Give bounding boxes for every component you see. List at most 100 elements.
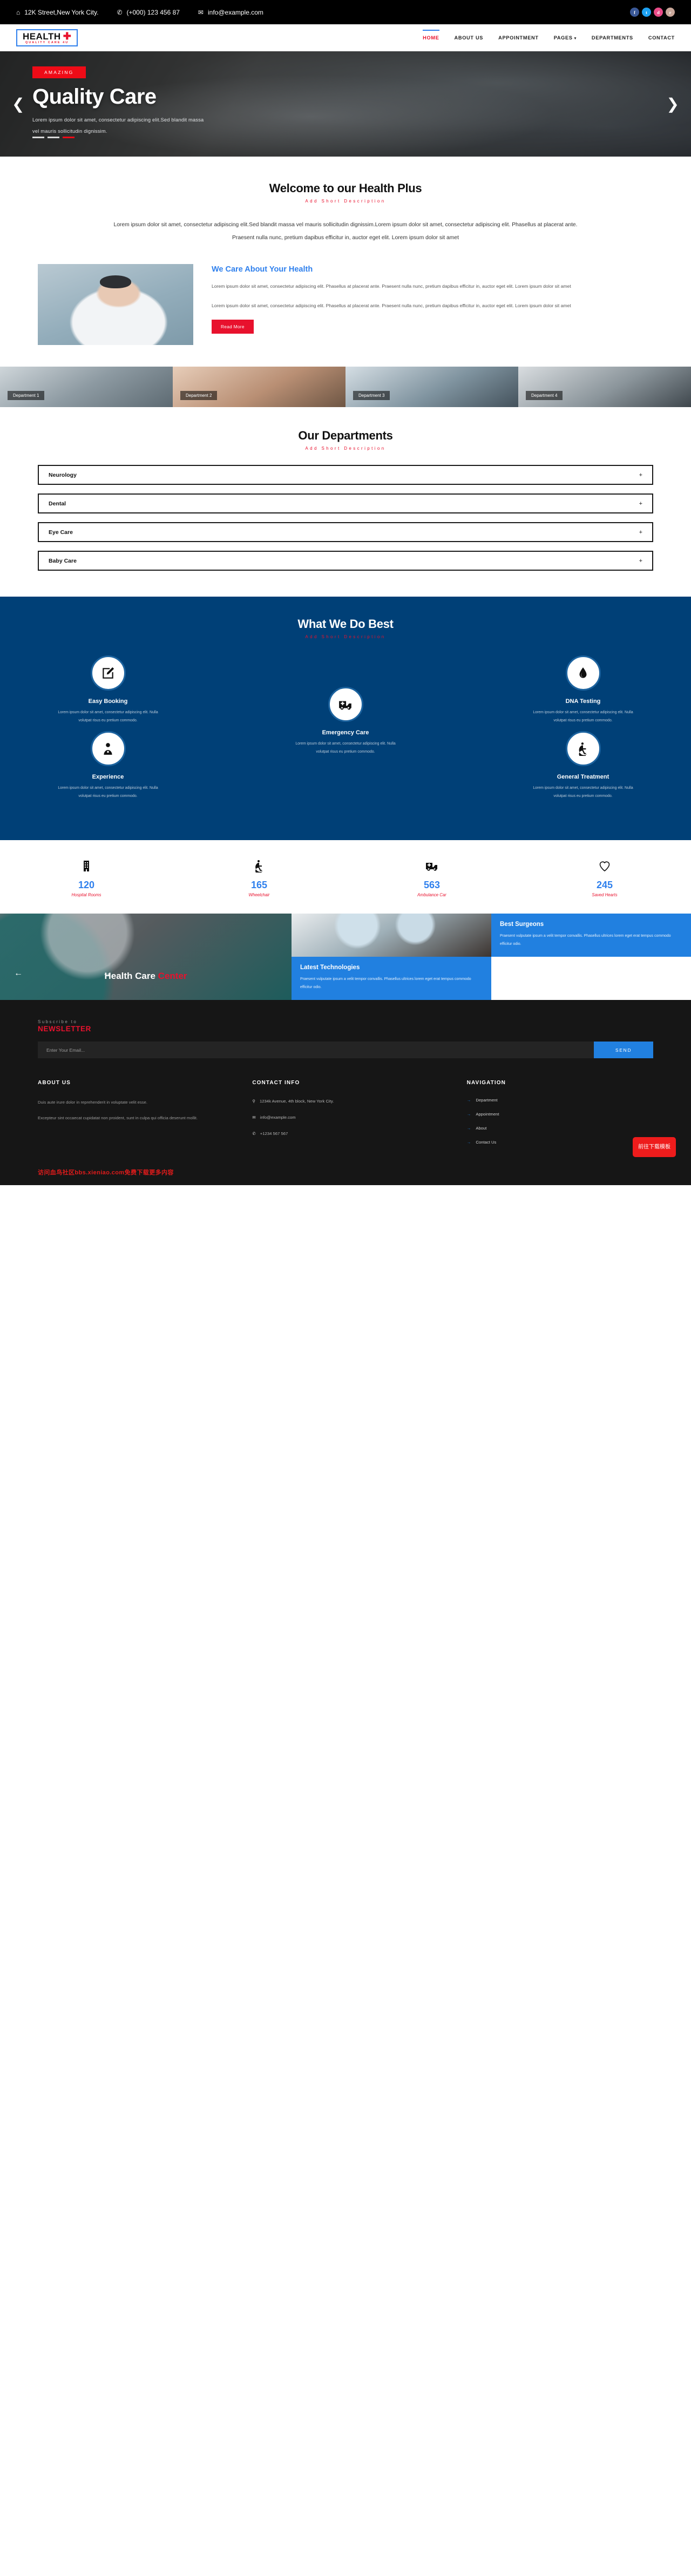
- logo-text: HEALTH: [23, 31, 61, 42]
- department-photo-card[interactable]: Department 2: [173, 367, 346, 408]
- welcome-section: Welcome to our Health Plus Add Short Des…: [0, 157, 691, 260]
- dribbble-icon[interactable]: d: [654, 8, 663, 17]
- accordion-item-dental[interactable]: Dental +: [38, 493, 653, 514]
- nav-item-departments[interactable]: DEPARTMENTS: [592, 32, 633, 44]
- footer-nav-contact-us[interactable]: → Contact Us: [467, 1140, 653, 1145]
- gallery-photo-nurses[interactable]: [491, 957, 691, 1000]
- we-care-text-block: We Care About Your Health Lorem ipsum do…: [212, 264, 653, 334]
- service-desc: Lorem ipsum dolor sit amet, consectetur …: [295, 742, 396, 754]
- newsletter-email-input[interactable]: [38, 1042, 594, 1059]
- arrow-right-icon: →: [466, 1140, 471, 1145]
- plus-icon: +: [639, 500, 642, 507]
- statistics-counters: 120 Hospital Rooms 165 Wheelchair 563 Am…: [0, 840, 691, 914]
- gallery-card-best-surgeons[interactable]: Best Surgeons Praesent vulputate ipsum a…: [491, 914, 691, 957]
- accordion-label: Eye Care: [49, 529, 73, 536]
- department-photo-strip: Department 1 Department 2 Department 3 D…: [0, 367, 691, 408]
- twitter-icon[interactable]: t: [642, 8, 651, 17]
- service-general-treatment[interactable]: General Treatment Lorem ipsum dolor sit …: [516, 731, 651, 800]
- welcome-subtitle: Add Short Description: [305, 199, 386, 204]
- nav-links: HOME ABOUT US APPOINTMENT PAGES ▾ DEPARTM…: [423, 30, 675, 44]
- department-photo-label: Department 1: [8, 391, 45, 401]
- nav-item-contact[interactable]: CONTACT: [648, 32, 675, 44]
- what-we-do-best-section: What We Do Best Add Short Description Ea…: [0, 597, 691, 841]
- departments-heading-block: Our Departments Add Short Description: [0, 429, 691, 451]
- best-heading-block: What We Do Best Add Short Description: [0, 617, 691, 639]
- nav-item-pages[interactable]: PAGES ▾: [554, 32, 577, 44]
- phone-icon: ✆: [252, 1131, 256, 1137]
- topbar-email-text: info@example.com: [207, 8, 263, 16]
- hero-next-arrow[interactable]: ❯: [667, 95, 679, 113]
- footer-nav-department[interactable]: → Department: [467, 1098, 653, 1103]
- counter-value: 120: [78, 880, 95, 891]
- departments-title: Our Departments: [298, 429, 393, 443]
- slider-dot-3-active[interactable]: [63, 137, 74, 138]
- footer-address-text: 1234k Avenue, 4th block, New York City.: [259, 1099, 334, 1104]
- service-experience[interactable]: Experience Lorem ipsum dolor sit amet, c…: [40, 731, 175, 800]
- footer-nav-label: Department: [476, 1098, 498, 1103]
- service-desc: Lorem ipsum dolor sit amet, consectetur …: [58, 786, 158, 798]
- newsletter-send-button[interactable]: SEND: [594, 1042, 653, 1059]
- we-care-paragraph-1: Lorem ipsum dolor sit amet, consectetur …: [212, 283, 571, 289]
- map-pin-icon: ⚲: [252, 1099, 255, 1104]
- rss-icon[interactable]: r: [666, 8, 675, 17]
- counter-value: 563: [423, 880, 441, 891]
- newsletter-heading: NEWSLETTER: [38, 1025, 91, 1033]
- accordion-item-baby-care[interactable]: Baby Care +: [38, 551, 653, 571]
- gallery-grid: Best Surgeons Praesent vulputate ipsum a…: [292, 914, 691, 1000]
- plus-icon: +: [639, 471, 642, 478]
- best-subtitle: Add Short Description: [305, 634, 386, 640]
- accordion-item-eye-care[interactable]: Eye Care +: [38, 522, 653, 543]
- nav-item-home[interactable]: HOME: [423, 30, 439, 44]
- footer-phone-text: +1234 567 567: [260, 1131, 288, 1137]
- gallery-card-latest-technologies[interactable]: Latest Technologies Praesent vulputate i…: [292, 957, 491, 1000]
- top-contact-bar: ⌂ 12K Street,New York City. ✆ (+000) 123…: [0, 0, 691, 24]
- service-desc: Lorem ipsum dolor sit amet, consectetur …: [58, 711, 158, 722]
- counter-hospital-rooms: 120 Hospital Rooms: [0, 860, 173, 897]
- gallery-card-title: Latest Technologies: [300, 964, 360, 971]
- newsletter-form: SEND: [38, 1042, 653, 1059]
- service-icon-circle: [90, 731, 126, 767]
- newsletter-block: Subscribe to NEWSLETTER SEND: [38, 1019, 653, 1059]
- site-logo[interactable]: HEALTH ✚ QUALITY CARE 4U: [16, 29, 78, 47]
- footer-about-p2: Excepteur sint occaecat cupidatat non pr…: [38, 1115, 198, 1121]
- read-more-button[interactable]: Read More: [212, 320, 254, 334]
- hero-slider-dots[interactable]: [32, 137, 74, 138]
- slider-dot-1[interactable]: [32, 137, 44, 138]
- topbar-email[interactable]: ✉ info@example.com: [198, 9, 263, 16]
- facebook-icon[interactable]: f: [630, 8, 639, 17]
- nav-item-appointment[interactable]: APPOINTMENT: [498, 32, 539, 44]
- gallery-card-title: Best Surgeons: [500, 921, 544, 928]
- footer-nav-appointment[interactable]: → Appointment: [467, 1112, 653, 1117]
- departments-section: Our Departments Add Short Description Ne…: [0, 407, 691, 597]
- footer-phone[interactable]: ✆ +1234 567 567: [252, 1130, 438, 1138]
- gallery-photo-surgeons[interactable]: [292, 914, 491, 957]
- welcome-body-text: Lorem ipsum dolor sit amet, consectetur …: [113, 222, 578, 241]
- nav-label: ABOUT US: [454, 35, 484, 40]
- envelope-icon: ✉: [252, 1115, 256, 1120]
- service-title: Easy Booking: [88, 698, 128, 705]
- wheelchair-icon: [255, 860, 262, 875]
- chevron-down-icon: ▾: [574, 37, 577, 40]
- footer-nav-about[interactable]: → About: [467, 1126, 653, 1131]
- topbar-phone[interactable]: ✆ (+000) 123 456 87: [117, 9, 179, 16]
- service-emergency-care[interactable]: Emergency Care Lorem ipsum dolor sit ame…: [278, 687, 413, 756]
- slider-dot-2[interactable]: [48, 137, 59, 138]
- gallery-title-white: Health Care: [104, 971, 158, 982]
- nav-item-about-us[interactable]: ABOUT US: [455, 32, 484, 44]
- gallery-prev-arrow[interactable]: ←: [14, 969, 23, 978]
- hero-prev-arrow[interactable]: ❮: [12, 95, 24, 113]
- arrow-right-icon: →: [466, 1126, 471, 1131]
- department-photo-card[interactable]: Department 4: [518, 367, 691, 408]
- footer-columns: ABOUT US Duis aute irure dolor in repreh…: [38, 1058, 653, 1165]
- we-care-section: We Care About Your Health Lorem ipsum do…: [0, 260, 691, 367]
- department-photo-label: Department 2: [180, 391, 218, 401]
- service-easy-booking[interactable]: Easy Booking Lorem ipsum dolor sit amet,…: [40, 655, 175, 725]
- service-dna-testing[interactable]: DNA Testing Lorem ipsum dolor sit amet, …: [516, 655, 651, 725]
- logo-tagline: QUALITY CARE 4U: [25, 40, 69, 44]
- department-photo-card[interactable]: Department 1: [0, 367, 173, 408]
- department-photo-card[interactable]: Department 3: [346, 367, 518, 408]
- topbar-address: ⌂ 12K Street,New York City.: [16, 9, 98, 16]
- footer-email[interactable]: ✉ info@example.com: [252, 1114, 438, 1121]
- accordion-item-neurology[interactable]: Neurology +: [38, 465, 653, 485]
- download-template-button[interactable]: 前往下载模板: [633, 1137, 676, 1158]
